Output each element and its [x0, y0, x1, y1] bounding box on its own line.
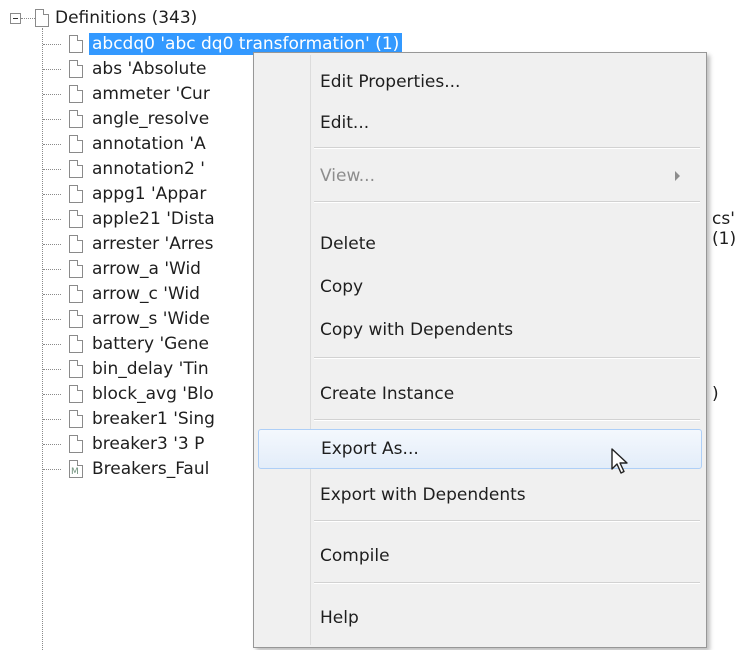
collapse-toggle-icon[interactable] — [10, 12, 21, 24]
tree-connector — [21, 17, 35, 19]
document-icon — [69, 285, 83, 303]
document-icon — [69, 310, 83, 328]
tree-item-label: block_avg 'Blo — [92, 384, 214, 404]
tree-item-angle-resolver[interactable]: angle_resolve — [43, 107, 212, 131]
document-icon — [69, 385, 83, 403]
context-menu: Edit Properties... Edit... View... Delet… — [253, 52, 707, 648]
menu-item-label: Delete — [320, 234, 376, 254]
tree-item-annotation2[interactable]: annotation2 ' — [43, 157, 208, 181]
document-icon — [69, 360, 83, 378]
menu-item-copy-with-dependents[interactable]: Copy with Dependents — [258, 310, 702, 350]
menu-item-label: View... — [320, 166, 375, 186]
document-icon — [69, 235, 83, 253]
tree-item-arrow-c[interactable]: arrow_c 'Wid — [43, 282, 203, 306]
menu-item-label: Create Instance — [320, 384, 455, 404]
document-icon — [35, 9, 49, 27]
tree-item-label: breaker1 'Sing — [92, 409, 215, 429]
tree-item-arrow-a[interactable]: arrow_a 'Wid — [43, 257, 204, 281]
menu-item-view[interactable]: View... — [258, 156, 702, 196]
menu-item-export-with-dependents[interactable]: Export with Dependents — [258, 475, 702, 515]
tree-item-label: Breakers_Faul — [92, 459, 210, 479]
menu-item-export-as[interactable]: Export As... — [258, 429, 702, 469]
tree-root-definitions[interactable]: Definitions (343) — [10, 4, 197, 32]
menu-item-delete[interactable]: Delete — [258, 224, 702, 264]
tree-item-arrester[interactable]: arrester 'Arres — [43, 232, 216, 256]
tree-root-label: Definitions (343) — [55, 8, 198, 28]
tree-item-label: bin_delay 'Tin — [92, 359, 209, 379]
menu-item-help[interactable]: Help — [258, 598, 702, 638]
tree-item-label: arrow_s 'Wide — [92, 309, 210, 329]
menu-item-copy[interactable]: Copy — [258, 267, 702, 307]
document-icon — [69, 185, 83, 203]
menu-item-label: Compile — [320, 546, 390, 566]
menu-item-label: Help — [320, 608, 359, 628]
tree-item-label: arrester 'Arres — [92, 234, 214, 254]
menu-item-edit[interactable]: Edit... — [258, 103, 702, 143]
menu-separator — [314, 582, 700, 584]
mouse-pointer-icon — [611, 448, 628, 474]
document-icon — [69, 335, 83, 353]
tree-item-label: ammeter 'Cur — [92, 84, 210, 104]
tree-item-apple21[interactable]: apple21 'Dista — [43, 207, 218, 231]
tree-item-breakers-fault[interactable]: M Breakers_Faul — [43, 457, 212, 481]
document-icon — [69, 210, 83, 228]
menu-item-label: Copy with Dependents — [320, 320, 514, 340]
tree-item-label-tail: ) — [712, 384, 719, 404]
menu-separator — [314, 147, 700, 149]
tree-item-label: appg1 'Appar — [92, 184, 207, 204]
tree-item-label: breaker3 '3 P — [92, 434, 205, 454]
tree-item-breaker3[interactable]: breaker3 '3 P — [43, 432, 207, 456]
document-icon — [69, 410, 83, 428]
menu-item-edit-properties[interactable]: Edit Properties... — [258, 62, 702, 102]
tree-item-label-tail: cs' (1) — [712, 209, 737, 249]
tree-item-label: annotation 'A — [92, 134, 206, 154]
tree-item-appg1[interactable]: appg1 'Appar — [43, 182, 209, 206]
menu-item-create-instance[interactable]: Create Instance — [258, 374, 702, 414]
menu-item-label: Edit Properties... — [320, 72, 461, 92]
document-icon — [69, 60, 83, 78]
tree-item-label: arrow_c 'Wid — [92, 284, 200, 304]
menu-item-label: Export with Dependents — [320, 485, 526, 505]
tree-item-label: battery 'Gene — [92, 334, 209, 354]
tree-item-block-avg[interactable]: block_avg 'Blo — [43, 382, 217, 406]
menu-separator — [314, 520, 700, 522]
document-icon — [69, 435, 83, 453]
tree-item-abs[interactable]: abs 'Absolute — [43, 57, 209, 81]
menu-item-label: Export As... — [321, 439, 419, 459]
tree-item-bin-delay[interactable]: bin_delay 'Tin — [43, 357, 212, 381]
document-icon — [69, 35, 83, 53]
document-icon — [69, 85, 83, 103]
tree-item-ammeter[interactable]: ammeter 'Cur — [43, 82, 213, 106]
tree-item-battery[interactable]: battery 'Gene — [43, 332, 212, 356]
menu-separator — [314, 357, 700, 359]
document-icon — [69, 135, 83, 153]
tree-item-arrow-s[interactable]: arrow_s 'Wide — [43, 307, 213, 331]
tree-item-breaker1[interactable]: breaker1 'Sing — [43, 407, 218, 431]
menu-item-label: Edit... — [320, 113, 370, 133]
menu-separator — [314, 201, 700, 203]
tree-item-annotation[interactable]: annotation 'A — [43, 132, 209, 156]
module-icon: M — [69, 460, 83, 478]
tree-item-label: angle_resolve — [92, 109, 210, 129]
submenu-arrow-icon — [675, 171, 680, 181]
tree-item-label: arrow_a 'Wid — [92, 259, 201, 279]
document-icon — [69, 110, 83, 128]
tree-item-label: annotation2 ' — [92, 159, 205, 179]
menu-separator — [314, 419, 700, 421]
tree-item-label: abs 'Absolute — [92, 59, 207, 79]
document-icon — [69, 260, 83, 278]
menu-item-label: Copy — [320, 277, 364, 297]
tree-item-label: apple21 'Dista — [92, 209, 215, 229]
menu-item-compile[interactable]: Compile — [258, 536, 702, 576]
document-icon — [69, 160, 83, 178]
